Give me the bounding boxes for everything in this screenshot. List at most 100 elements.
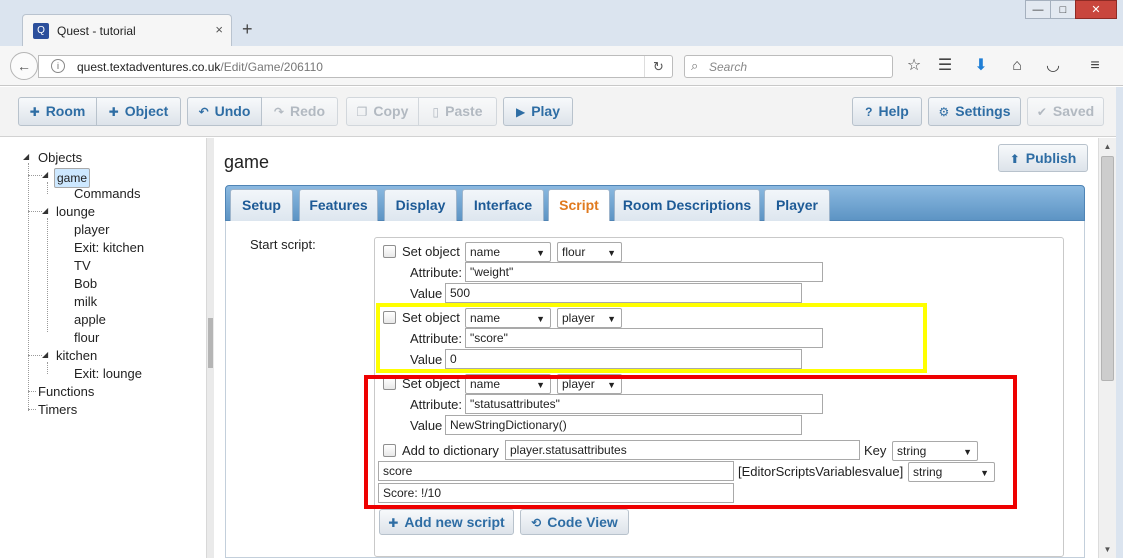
site-info-icon[interactable]: i (51, 59, 65, 73)
tab-setup[interactable]: Setup (230, 189, 293, 221)
code-view-button[interactable]: ⟲ Code View (520, 509, 629, 535)
redo-button[interactable]: ↷ Redo (262, 97, 338, 126)
value-type-select[interactable]: string ▼ (908, 462, 995, 482)
undo-button[interactable]: ↶ Undo (187, 97, 262, 126)
key-type-select[interactable]: string ▼ (892, 441, 978, 461)
tree-item-lounge[interactable]: lounge (56, 204, 95, 219)
tree-guide (28, 409, 36, 410)
search-box[interactable]: ⌕ Search (684, 55, 893, 78)
tree-item-objects[interactable]: Objects (38, 150, 82, 165)
set-object-object-select[interactable]: player ▼ (557, 374, 622, 394)
tree-item-commands[interactable]: Commands (74, 186, 140, 201)
splitter-grip[interactable] (208, 318, 213, 368)
saved-button[interactable]: ✔ Saved (1027, 97, 1104, 126)
tab-features[interactable]: Features (299, 189, 378, 221)
pane-splitter[interactable] (206, 138, 214, 558)
publish-icon: ⬆ (1009, 152, 1020, 166)
tree-item-kitchen[interactable]: kitchen (56, 348, 97, 363)
mode-value: name (470, 377, 501, 391)
value-input[interactable]: 500 (445, 283, 802, 303)
maximize-button[interactable]: □ (1050, 0, 1076, 19)
downloads-icon[interactable]: ⬇ (970, 56, 992, 76)
set-object-mode-select[interactable]: name ▼ (465, 308, 551, 328)
minimize-button[interactable]: — (1025, 0, 1051, 19)
menu-icon[interactable]: ≡ (1084, 56, 1106, 76)
settings-button[interactable]: ⚙ Settings (928, 97, 1021, 126)
add-object-label: Object (124, 103, 169, 119)
add-object-button[interactable]: ✚ Object (97, 97, 181, 126)
object-value: flour (562, 245, 586, 259)
value-input[interactable]: NewStringDictionary() (445, 415, 802, 435)
attribute-input[interactable]: "statusattributes" (465, 394, 823, 414)
chevron-down-icon: ▼ (536, 248, 545, 258)
scroll-up-icon[interactable]: ▲ (1099, 138, 1116, 155)
tab-interface[interactable]: Interface (462, 189, 544, 221)
pocket-icon[interactable]: ◡ (1042, 56, 1064, 76)
script-line-checkbox[interactable] (383, 311, 396, 324)
tree-item-game[interactable]: game (54, 168, 91, 188)
publish-button[interactable]: ⬆ Publish (998, 144, 1088, 172)
reading-list-icon[interactable]: ☰ (934, 56, 956, 76)
dictionary-input[interactable]: player.statusattributes (505, 440, 860, 460)
key-label: Key (864, 443, 887, 458)
tree-item-player[interactable]: player (74, 222, 109, 237)
tree-item-timers[interactable]: Timers (38, 402, 77, 417)
tree-item-apple[interactable]: apple (74, 312, 106, 327)
tab-close-icon[interactable]: × (215, 22, 223, 37)
value-input[interactable]: 0 (445, 349, 802, 369)
window-close-button[interactable]: ✕ (1075, 0, 1117, 19)
set-object-object-select[interactable]: player ▼ (557, 308, 622, 328)
object-value: player (562, 377, 595, 391)
paste-button[interactable]: ▯ Paste (419, 97, 497, 126)
tree-item-functions[interactable]: Functions (38, 384, 94, 399)
back-arrow-icon: ← (17, 58, 31, 74)
attribute-input[interactable]: "score" (465, 328, 823, 348)
tab-room-descriptions[interactable]: Room Descriptions (614, 189, 760, 221)
tree-item-tv[interactable]: TV (74, 258, 91, 273)
tab-script[interactable]: Script (548, 189, 610, 223)
collapse-icon[interactable]: ◢ (42, 206, 48, 215)
tree-item-exit-lounge[interactable]: Exit: lounge (74, 366, 142, 381)
dictionary-value-input[interactable]: Score: !/10 (378, 483, 734, 503)
collapse-icon[interactable]: ◢ (42, 170, 48, 179)
tree-item-milk[interactable]: milk (74, 294, 97, 309)
reload-icon[interactable]: ↻ (644, 56, 672, 77)
set-object-object-select[interactable]: flour ▼ (557, 242, 622, 262)
collapse-icon[interactable]: ◢ (23, 152, 29, 161)
new-tab-button[interactable]: + (242, 20, 253, 38)
tree-item-exit-kitchen[interactable]: Exit: kitchen (74, 240, 144, 255)
script-line-checkbox[interactable] (383, 245, 396, 258)
add-new-script-button[interactable]: ✚ Add new script (379, 509, 514, 535)
help-label: Help (878, 103, 909, 119)
play-label: Play (531, 103, 561, 119)
collapse-icon[interactable]: ◢ (42, 350, 48, 359)
set-object-mode-select[interactable]: name ▼ (465, 374, 551, 394)
attribute-label: Attribute: (410, 331, 463, 346)
bookmark-star-icon[interactable]: ☆ (903, 56, 925, 76)
url-text[interactable]: quest.textadventures.co.uk/Edit/Game/206… (77, 60, 323, 74)
tree-item-bob[interactable]: Bob (74, 276, 97, 291)
play-button[interactable]: ▶ Play (503, 97, 573, 126)
key-input[interactable]: score (378, 461, 734, 481)
set-object-mode-select[interactable]: name ▼ (465, 242, 551, 262)
attribute-input[interactable]: "weight" (465, 262, 823, 282)
script-line-checkbox[interactable] (383, 377, 396, 390)
code-view-icon: ⟲ (531, 516, 542, 530)
tab-display[interactable]: Display (384, 189, 457, 221)
scrollbar-thumb[interactable] (1101, 156, 1114, 381)
tree-item-flour[interactable]: flour (74, 330, 99, 345)
vertical-scrollbar[interactable]: ▲ ▼ (1098, 138, 1116, 558)
help-button[interactable]: ? Help (852, 97, 922, 126)
home-icon[interactable]: ⌂ (1006, 56, 1028, 76)
scroll-down-icon[interactable]: ▼ (1099, 541, 1116, 558)
tree-guide (28, 211, 42, 212)
back-button[interactable]: ← (10, 52, 38, 80)
url-bar[interactable]: i quest.textadventures.co.uk/Edit/Game/2… (38, 55, 673, 78)
script-line-checkbox[interactable] (383, 444, 396, 457)
plus-icon: ✚ (29, 105, 40, 119)
browser-tab[interactable]: Q Quest - tutorial × (22, 14, 232, 46)
tab-player[interactable]: Player (764, 189, 830, 221)
add-room-button[interactable]: ✚ Room (18, 97, 97, 126)
copy-button[interactable]: ❐ Copy (346, 97, 419, 126)
tree-guide (28, 355, 42, 356)
